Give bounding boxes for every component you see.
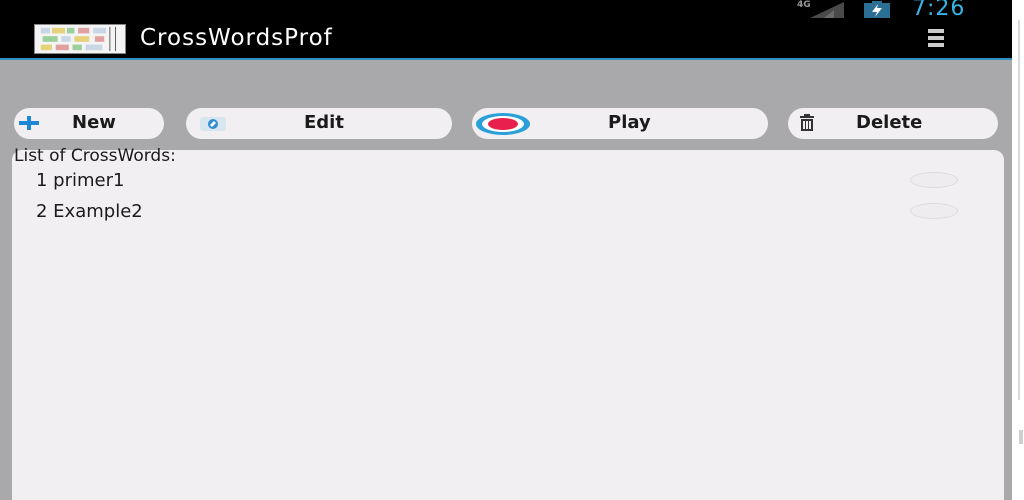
list-item[interactable]: 1 primer1 — [12, 168, 1004, 198]
status-bar: 4G 7:26 — [0, 0, 1012, 21]
app-title: CrossWordsProf — [140, 25, 333, 51]
delete-button[interactable]: Delete — [788, 108, 998, 139]
list-item-radio[interactable] — [910, 172, 958, 188]
edit-button-label: Edit — [304, 112, 344, 133]
app-screen: 4G 7:26 CrossWordsProf New Edit Play Del… — [0, 0, 1012, 500]
play-button-label: Play — [608, 112, 651, 133]
record-play-icon — [476, 113, 530, 135]
list-header: List of CrossWords: — [14, 146, 176, 166]
list-item-label: 1 primer1 — [36, 170, 125, 191]
trash-icon — [800, 114, 814, 131]
signal-icon — [810, 2, 844, 18]
right-gutter — [1012, 0, 1024, 500]
edit-button[interactable]: Edit — [186, 108, 452, 139]
battery-charging-icon — [864, 1, 890, 18]
list-item[interactable]: 2 Example2 — [12, 199, 1004, 229]
network-type-label: 4G — [797, 0, 811, 10]
new-button-label: New — [72, 112, 116, 133]
new-button[interactable]: New — [14, 108, 164, 139]
edit-icon — [200, 117, 226, 131]
clock-time: 7:26 — [912, 0, 966, 21]
action-bar: CrossWordsProf — [0, 20, 1012, 60]
delete-button-label: Delete — [856, 112, 923, 133]
overflow-menu-icon[interactable] — [928, 29, 944, 51]
play-button[interactable]: Play — [472, 108, 768, 139]
list-item-label: 2 Example2 — [36, 201, 143, 222]
crossword-grid-icon[interactable] — [34, 24, 126, 54]
list-item-radio[interactable] — [910, 203, 958, 219]
plus-icon — [19, 116, 39, 130]
